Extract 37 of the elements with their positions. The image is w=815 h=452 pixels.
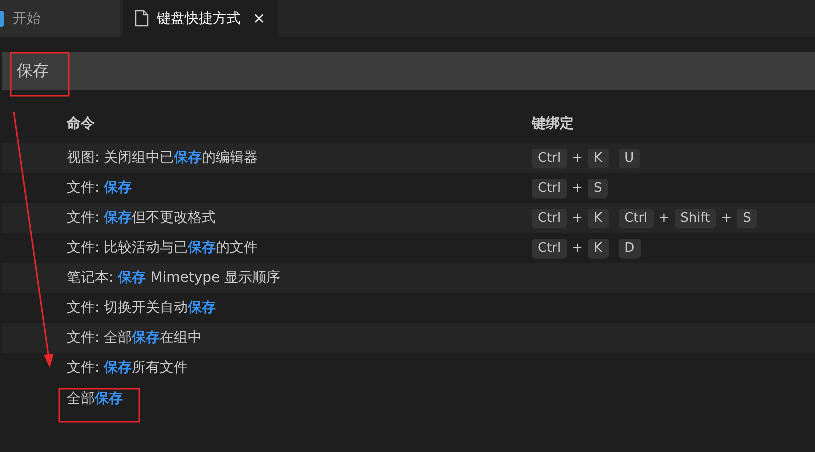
column-header: 键绑定 xyxy=(532,115,574,133)
command-name: 文件: 全部保存在组中 xyxy=(67,330,202,346)
key-cap: K xyxy=(588,238,609,258)
column-header: 命令 xyxy=(67,116,95,132)
command-name: 文件: 保存 xyxy=(67,180,132,196)
tab[interactable]: 键盘快捷方式 ✕ xyxy=(123,0,278,37)
app-icon xyxy=(0,10,5,26)
key-cap: Ctrl xyxy=(618,208,654,228)
key-cap: Ctrl xyxy=(532,208,568,228)
key-cap: Ctrl xyxy=(532,148,568,168)
plus-sign: + xyxy=(721,210,732,226)
command-name: 文件: 比较活动与已保存的文件 xyxy=(67,240,258,256)
command-name: 文件: 保存所有文件 xyxy=(67,360,188,376)
close-icon[interactable]: ✕ xyxy=(253,10,266,28)
search-field[interactable]: 保存 xyxy=(2,52,815,90)
command-name: 文件: 保存但不更改格式 xyxy=(67,210,216,226)
file-icon xyxy=(135,10,149,27)
command-name: 文件: 切换开关自动保存 xyxy=(67,300,216,316)
key-cap: S xyxy=(737,208,758,228)
key-cap: Ctrl xyxy=(532,178,568,198)
plus-sign: + xyxy=(572,150,584,166)
key-cap: Shift xyxy=(674,208,716,228)
command-name: 视图: 关闭组中已保存的编辑器 xyxy=(67,150,258,166)
plus-sign: + xyxy=(658,210,670,226)
key-cap: Ctrl xyxy=(532,238,568,258)
plus-sign: + xyxy=(572,180,584,196)
key-cap: S xyxy=(588,178,608,198)
suggestion-item[interactable]: 全部保存 xyxy=(67,391,123,407)
key-cap: D xyxy=(618,238,641,258)
highlight-box xyxy=(10,52,70,97)
plus-sign: + xyxy=(572,210,584,226)
key-cap: K xyxy=(588,148,609,168)
command-name: 笔记本: 保存 Mimetype 显示顺序 xyxy=(67,270,281,286)
tab[interactable]: 开始 xyxy=(0,0,120,37)
key-cap: K xyxy=(588,208,609,228)
plus-sign: + xyxy=(572,240,584,256)
key-cap: U xyxy=(618,148,640,168)
